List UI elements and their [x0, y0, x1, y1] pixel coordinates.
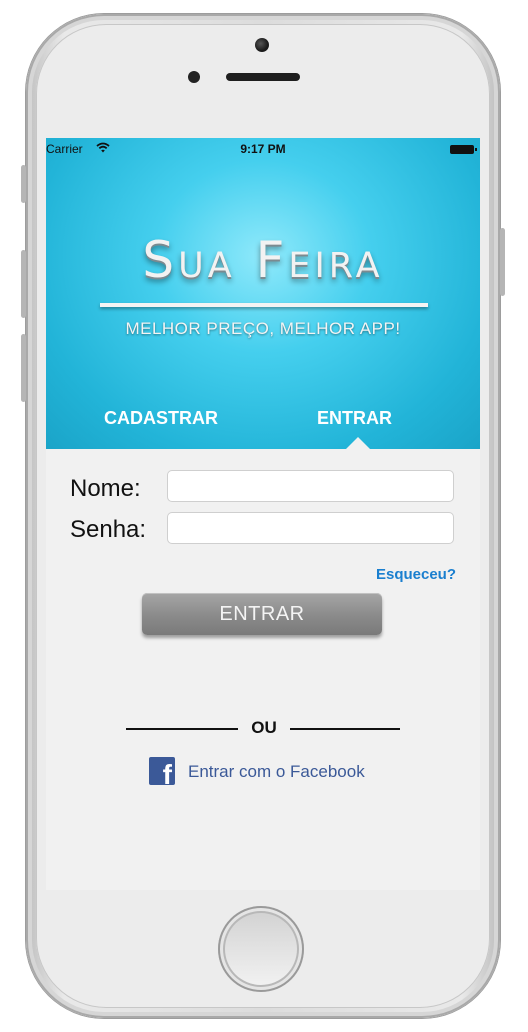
status-time: 9:17 PM	[240, 142, 286, 156]
volume-up-button	[21, 250, 26, 318]
earpiece-speaker	[226, 73, 300, 81]
app-header: Carrier 9:17 PM Sua Feira MELHOR PREÇO, …	[46, 138, 480, 449]
volume-down-button	[21, 334, 26, 402]
forgot-password-link[interactable]: Esqueceu?	[376, 566, 456, 583]
battery-icon	[450, 145, 477, 154]
divider-line-left	[126, 728, 238, 730]
front-camera	[255, 38, 269, 52]
divider-line-right	[290, 728, 400, 730]
selected-tab-indicator	[346, 437, 370, 449]
name-input[interactable]	[167, 470, 454, 502]
divider-text: OU	[251, 718, 277, 737]
password-label: Senha:	[70, 516, 147, 543]
app-logo-title: Sua Feira	[142, 231, 384, 289]
power-button	[500, 228, 505, 296]
tab-cadastrar[interactable]: CADASTRAR	[104, 408, 218, 429]
app-screen: Carrier 9:17 PM Sua Feira MELHOR PREÇO, …	[46, 138, 480, 890]
password-input[interactable]	[167, 512, 454, 544]
login-button[interactable]: ENTRAR	[142, 593, 382, 635]
mute-switch	[21, 165, 26, 203]
name-label: Nome:	[70, 475, 141, 502]
facebook-login-link[interactable]: Entrar com o Facebook	[188, 762, 365, 782]
facebook-icon[interactable]: f	[149, 757, 175, 785]
tab-entrar[interactable]: ENTRAR	[317, 408, 392, 429]
status-bar: Carrier 9:17 PM	[46, 138, 480, 160]
logo-underline	[100, 303, 428, 307]
home-button[interactable]	[218, 906, 304, 992]
app-slogan: MELHOR PREÇO, MELHOR APP!	[125, 319, 401, 338]
proximity-sensor	[188, 71, 200, 83]
